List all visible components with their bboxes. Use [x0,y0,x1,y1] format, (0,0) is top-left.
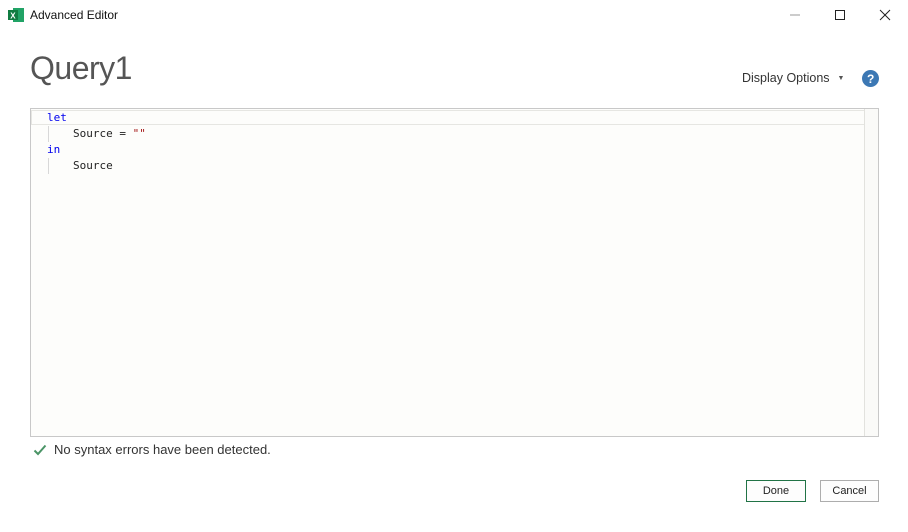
svg-text:X: X [10,11,16,20]
close-button[interactable] [862,0,908,30]
minimize-button[interactable] [772,0,818,30]
code-editor[interactable]: let Source = "" in Source [30,108,879,437]
maximize-button[interactable] [817,0,863,30]
help-icon[interactable]: ? [862,70,879,87]
keyword-in: in [47,143,61,156]
indent-guide [48,126,49,142]
code-line: let [47,110,67,126]
code-line: Source [73,158,113,174]
display-options-dropdown[interactable]: Display Options ▼ [742,71,844,85]
cancel-button[interactable]: Cancel [820,480,879,502]
code-text: Source = [73,127,133,140]
excel-icon: X [8,8,24,22]
code-text: Source [73,159,113,172]
code-line: Source = "" [73,126,146,142]
vertical-scrollbar[interactable] [864,109,878,436]
title-bar: X Advanced Editor [0,0,908,30]
syntax-status: No syntax errors have been detected. [33,442,271,457]
indent-guide [48,158,49,174]
close-icon [879,9,891,21]
window-title: Advanced Editor [30,8,119,22]
status-message: No syntax errors have been detected. [54,442,271,457]
keyword-let: let [47,111,67,124]
maximize-icon [835,10,845,20]
checkmark-icon [33,444,47,455]
current-line-highlight [31,110,866,125]
display-options-label: Display Options [742,71,830,85]
code-line: in [47,142,60,158]
caret-down-icon: ▼ [837,74,845,82]
string-literal: "" [132,127,146,140]
svg-text:?: ? [867,72,874,86]
done-button[interactable]: Done [746,480,806,502]
minimize-icon [790,14,800,16]
query-title: Query1 [30,50,132,86]
